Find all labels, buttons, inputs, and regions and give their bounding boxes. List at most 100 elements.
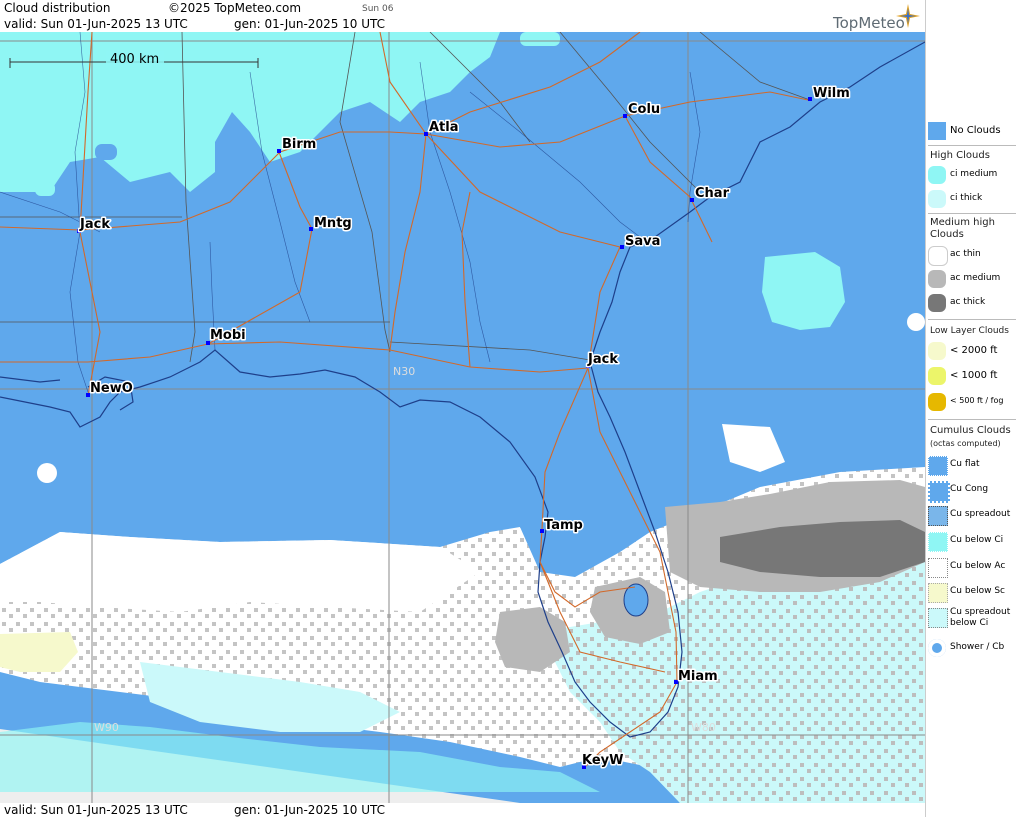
city-miam[interactable]: Miam — [674, 668, 719, 686]
city-newo[interactable]: NewO — [86, 380, 134, 398]
legend-ci-thick-label: ci thick — [950, 193, 983, 203]
swatch-cu-cong — [928, 481, 950, 503]
legend-divider — [928, 319, 1016, 320]
legend-cu-cong: Cu Cong — [926, 479, 1017, 503]
header-bar: Cloud distribution ©2025 TopMeteo.com Su… — [0, 0, 925, 32]
legend-cu-cong-label: Cu Cong — [950, 484, 989, 494]
city-label-mntg: Mntg — [314, 216, 352, 231]
swatch-fog — [928, 393, 946, 411]
city-label-birm: Birm — [282, 137, 316, 152]
legend-ac-medium: ac medium — [926, 268, 1017, 290]
legend-ci-medium: ci medium — [926, 164, 1017, 186]
ac-thin-dot — [37, 463, 57, 483]
legend-ac-medium-label: ac medium — [950, 273, 1001, 283]
legend-cumulus-head: Cumulus Clouds — [930, 425, 1011, 436]
legend-cumulus-sub: (octas computed) — [930, 439, 1001, 448]
scale-bar-label: 400 km — [110, 52, 159, 67]
swatch-low-1000 — [928, 367, 946, 385]
swatch-cu-below-sc — [928, 583, 948, 603]
topmeteo-logo[interactable]: TopMeteo — [833, 14, 905, 32]
swatch-ac-thin — [928, 246, 948, 266]
swatch-cu-flat — [928, 456, 948, 476]
city-label-jack-ms: Jack — [79, 217, 110, 232]
legend-cu-spreadout-below-ci: Cu spreadout below Ci — [926, 606, 1017, 632]
grid-label-n30: N30 — [393, 365, 415, 378]
cloud-map[interactable]: N30 W90 W80 400 km Birm Atla Colu Wilm C… — [0, 32, 925, 803]
ci-island-atlantic — [762, 252, 845, 330]
legend-low-2000-label: < 2000 ft — [950, 345, 998, 356]
swatch-cu-spreadout — [928, 506, 948, 526]
legend-low-clouds-head: Low Layer Clouds — [930, 326, 1009, 336]
city-tamp[interactable]: Tamp — [540, 517, 584, 535]
legend-cu-below-ac-label: Cu below Ac — [950, 561, 1006, 571]
legend-low-500-label: < 500 ft / fog — [950, 396, 1004, 405]
city-sava[interactable]: Sava — [620, 233, 662, 251]
city-jack-fl[interactable]: Jack — [586, 351, 620, 369]
legend-cu-below-sc: Cu below Sc — [926, 581, 1017, 603]
legend-ci-medium-label: ci medium — [950, 169, 998, 179]
legend-shower-cb: Shower / Cb — [926, 637, 1017, 659]
legend-cu-below-sc-label: Cu below Sc — [950, 586, 1005, 596]
legend-cu-spreadout: Cu spreadout — [926, 504, 1017, 526]
city-colu[interactable]: Colu — [623, 101, 662, 119]
city-label-keyw: KeyW — [582, 753, 623, 768]
city-label-jack-fl: Jack — [587, 352, 618, 367]
city-label-atla: Atla — [429, 120, 459, 135]
city-birm[interactable]: Birm — [277, 136, 318, 154]
legend-divider — [928, 145, 1016, 146]
lake-okeechobee — [623, 583, 649, 617]
legend-low-1000: < 1000 ft — [926, 365, 1017, 387]
city-label-wilm: Wilm — [813, 86, 850, 101]
city-char[interactable]: Char — [690, 185, 731, 203]
legend-cu-below-ci: Cu below Ci — [926, 530, 1017, 552]
swatch-shower-cb — [928, 639, 946, 657]
legend-panel: No Clouds High Clouds ci medium ci thick… — [925, 0, 1017, 817]
swatch-cu-below-ac — [928, 558, 948, 578]
swatch-low-2000 — [928, 342, 946, 360]
legend-cu-flat-label: Cu flat — [950, 459, 980, 469]
city-label-sava: Sava — [625, 234, 660, 249]
legend-divider — [928, 419, 1016, 420]
legend-cu-flat: Cu flat — [926, 454, 1017, 476]
grid-label-w90: W90 — [94, 721, 119, 734]
legend-divider — [928, 213, 1016, 214]
swatch-ac-medium — [928, 270, 946, 288]
legend-cu-spreadout-label: Cu spreadout — [950, 509, 1011, 519]
logo-star-icon — [896, 4, 920, 28]
legend-ac-thick-label: ac thick — [950, 297, 986, 307]
city-keyw[interactable]: KeyW — [581, 752, 625, 770]
legend-high-clouds-head: High Clouds — [930, 150, 990, 161]
legend-ac-thin-label: ac thin — [950, 249, 981, 259]
footer-generation-time: gen: 01-Jun-2025 10 UTC — [234, 803, 386, 817]
legend-no-clouds-label: No Clouds — [950, 125, 1001, 136]
legend-ac-thick: ac thick — [926, 292, 1017, 314]
swatch-ci-medium — [928, 166, 946, 184]
legend-shower-cb-label: Shower / Cb — [950, 642, 1005, 652]
city-atla[interactable]: Atla — [424, 119, 460, 137]
valid-time: valid: Sun 01-Jun-2025 13 UTC — [4, 17, 188, 31]
chart-title: Cloud distribution — [4, 1, 111, 15]
ac-thin-dot — [907, 313, 925, 331]
city-jack-ms[interactable]: Jack — [77, 216, 112, 234]
legend-cu-spreadout-below-ci-label: Cu spreadout below Ci — [950, 607, 1011, 628]
legend-medium-clouds-head: Medium high Clouds — [930, 217, 995, 240]
legend-low-1000-label: < 1000 ft — [950, 370, 998, 381]
city-label-mobi: Mobi — [210, 328, 246, 343]
legend-no-clouds: No Clouds — [926, 120, 1017, 142]
footer-bar: valid: Sun 01-Jun-2025 13 UTC gen: 01-Ju… — [0, 803, 925, 817]
footer-valid-time: valid: Sun 01-Jun-2025 13 UTC — [4, 803, 188, 817]
city-label-colu: Colu — [628, 102, 660, 117]
legend-ci-thick: ci thick — [926, 188, 1017, 210]
copyright: ©2025 TopMeteo.com — [168, 1, 302, 15]
city-wilm[interactable]: Wilm — [808, 85, 851, 103]
swatch-no-clouds — [928, 122, 946, 140]
city-mobi[interactable]: Mobi — [206, 327, 247, 345]
city-mntg[interactable]: Mntg — [309, 215, 353, 233]
legend-cu-below-ac: Cu below Ac — [926, 556, 1017, 578]
city-label-miam: Miam — [678, 669, 718, 684]
swatch-ac-thick — [928, 294, 946, 312]
map-canvas: N30 W90 W80 400 km Birm Atla Colu Wilm C… — [0, 32, 925, 803]
day-tag: Sun 06 — [362, 4, 394, 14]
swatch-cu-spreadout-below-ci — [928, 608, 948, 628]
generation-time: gen: 01-Jun-2025 10 UTC — [234, 17, 386, 31]
